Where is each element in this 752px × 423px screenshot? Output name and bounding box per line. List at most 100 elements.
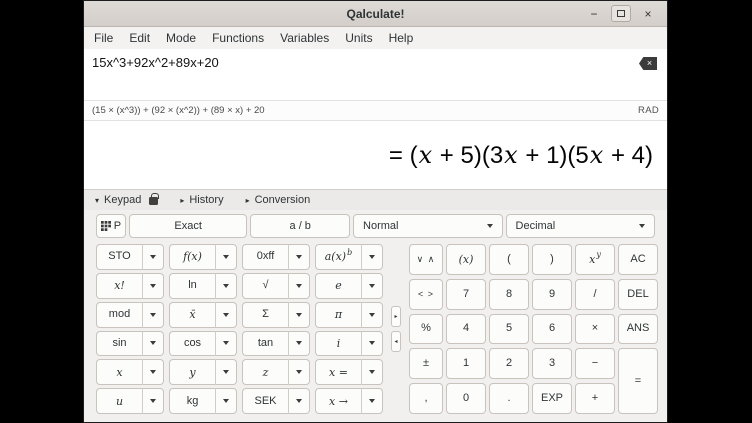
menu-mode[interactable]: Mode (158, 27, 204, 49)
menu-edit[interactable]: Edit (121, 27, 158, 49)
close-button[interactable]: × (638, 5, 658, 22)
display-mode-select[interactable]: Normal (353, 214, 502, 238)
keypad-panel-toggle[interactable]: ▾ Keypad (95, 194, 158, 206)
titlebar[interactable]: Qalculate! − × (84, 1, 667, 27)
key-subtract[interactable]: − (575, 348, 615, 379)
backspace-icon[interactable]: × (639, 57, 657, 70)
key-left-parenthesis[interactable]: ( (489, 244, 529, 275)
key-exponent[interactable]: EXP (532, 383, 572, 414)
key-ln[interactable]: ln (169, 273, 215, 299)
key-function-menu[interactable] (215, 244, 237, 270)
key-unit-kg[interactable]: kg (169, 388, 215, 414)
key-one[interactable]: 1 (446, 348, 486, 379)
key-tan-menu[interactable] (288, 331, 310, 357)
key-x-equals[interactable]: x = (315, 359, 361, 385)
key-multiply[interactable]: × (575, 314, 615, 345)
key-clear-all[interactable]: AC (618, 244, 658, 275)
key-six[interactable]: 6 (532, 314, 572, 345)
key-var-y-menu[interactable] (215, 359, 237, 385)
key-var-y[interactable]: y (169, 359, 215, 385)
key-five[interactable]: 5 (489, 314, 529, 345)
key-convert-to-menu[interactable] (361, 388, 383, 414)
menu-help[interactable]: Help (381, 27, 422, 49)
key-var-z-menu[interactable] (288, 359, 310, 385)
menu-functions[interactable]: Functions (204, 27, 272, 49)
key-cos[interactable]: cos (169, 331, 215, 357)
key-imaginary[interactable]: i (315, 331, 361, 357)
conversion-panel-toggle[interactable]: ▸ Conversion (246, 194, 311, 206)
key-delete[interactable]: DEL (618, 279, 658, 310)
key-sum[interactable]: Σ (242, 302, 288, 328)
key-unit-kg-menu[interactable] (215, 388, 237, 414)
key-sto[interactable]: STO (96, 244, 142, 270)
key-unit-u-menu[interactable] (142, 388, 164, 414)
key-currency-sek-menu[interactable] (288, 388, 310, 414)
key-convert-to[interactable]: x → (315, 388, 361, 414)
keypad-page-next-button[interactable]: ▸ (391, 306, 401, 327)
key-mod[interactable]: mod (96, 302, 142, 328)
key-pi-menu[interactable] (361, 302, 383, 328)
number-base-select[interactable]: Decimal (506, 214, 655, 238)
menu-variables[interactable]: Variables (272, 27, 337, 49)
key-answer[interactable]: ANS (618, 314, 658, 345)
programming-keypad-button[interactable]: P (96, 214, 126, 238)
keypad-page-prev-button[interactable]: ◂ (391, 331, 401, 352)
exact-toggle-button[interactable]: Exact (129, 214, 248, 238)
key-equals[interactable]: = (618, 348, 658, 414)
key-ln-menu[interactable] (215, 273, 237, 299)
fraction-toggle-button[interactable]: a / b (250, 214, 350, 238)
lock-icon[interactable] (149, 197, 158, 205)
menu-file[interactable]: File (86, 27, 121, 49)
key-sin-menu[interactable] (142, 331, 164, 357)
key-divide[interactable]: / (575, 279, 615, 310)
key-plus-minus[interactable]: ± (409, 348, 443, 379)
key-eight[interactable]: 8 (489, 279, 529, 310)
key-imaginary-menu[interactable] (361, 331, 383, 357)
key-nine[interactable]: 9 (532, 279, 572, 310)
key-hex-menu[interactable] (288, 244, 310, 270)
key-e-menu[interactable] (361, 273, 383, 299)
key-comma[interactable]: , (409, 383, 443, 414)
key-tan[interactable]: tan (242, 331, 288, 357)
key-mean[interactable]: x̄ (169, 302, 215, 328)
key-var-z[interactable]: z (242, 359, 288, 385)
key-percent[interactable]: % (409, 314, 443, 345)
key-function-power[interactable]: a(x)b (315, 244, 361, 270)
key-currency-sek[interactable]: SEK (242, 388, 288, 414)
key-three[interactable]: 3 (532, 348, 572, 379)
history-panel-toggle[interactable]: ▸ History (180, 194, 223, 206)
expression-input[interactable] (92, 55, 629, 70)
key-factorial[interactable]: x! (96, 273, 142, 299)
key-e[interactable]: e (315, 273, 361, 299)
key-add[interactable]: + (575, 383, 615, 414)
key-zero[interactable]: 0 (446, 383, 486, 414)
menu-units[interactable]: Units (337, 27, 380, 49)
key-right-parenthesis[interactable]: ) (532, 244, 572, 275)
key-mean-menu[interactable] (215, 302, 237, 328)
key-factorial-menu[interactable] (142, 273, 164, 299)
key-sqrt-menu[interactable] (288, 273, 310, 299)
key-function-power-menu[interactable] (361, 244, 383, 270)
key-cos-menu[interactable] (215, 331, 237, 357)
key-sto-menu[interactable] (142, 244, 164, 270)
key-sqrt[interactable]: √ (242, 273, 288, 299)
key-decimal-point[interactable]: . (489, 383, 529, 414)
angle-mode-badge[interactable]: RAD (638, 105, 659, 116)
key-history-up-down[interactable]: ∨ ∧ (409, 244, 443, 275)
key-seven[interactable]: 7 (446, 279, 486, 310)
key-mod-menu[interactable] (142, 302, 164, 328)
key-raise-power[interactable]: xy (575, 244, 615, 275)
key-pi[interactable]: π (315, 302, 361, 328)
key-unit-u[interactable]: u (96, 388, 142, 414)
key-smart-parentheses[interactable]: (x) (446, 244, 486, 275)
minimize-button[interactable]: − (584, 5, 604, 22)
key-x-equals-menu[interactable] (361, 359, 383, 385)
key-four[interactable]: 4 (446, 314, 486, 345)
key-function[interactable]: f(x) (169, 244, 215, 270)
key-var-x[interactable]: x (96, 359, 142, 385)
key-var-x-menu[interactable] (142, 359, 164, 385)
key-two[interactable]: 2 (489, 348, 529, 379)
key-sin[interactable]: sin (96, 331, 142, 357)
maximize-button[interactable] (611, 5, 631, 22)
key-hex[interactable]: 0xff (242, 244, 288, 270)
